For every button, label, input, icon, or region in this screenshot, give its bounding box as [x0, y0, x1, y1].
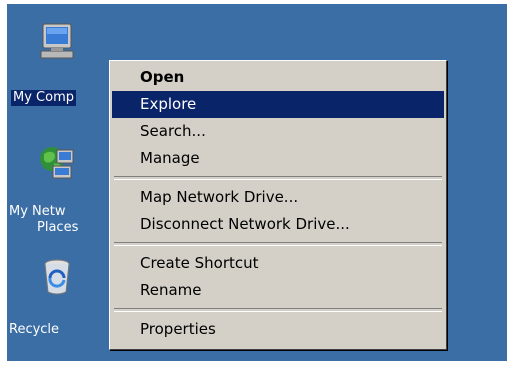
context-menu[interactable]: Open Explore Search... Manage Map Networ… — [109, 60, 447, 350]
desktop[interactable]: My Comp My Netw Places Recycle Open Expl… — [7, 4, 507, 361]
desktop-icon-label-line2: Places — [37, 220, 79, 235]
desktop-icon-label: My Netw — [9, 204, 66, 219]
computer-icon — [40, 23, 74, 59]
menu-item-create-shortcut[interactable]: Create Shortcut — [112, 250, 444, 277]
desktop-icon-my-network-places[interactable]: My Netw Places — [7, 142, 99, 242]
screenshot-frame: My Comp My Netw Places Recycle Open Expl… — [0, 0, 515, 367]
menu-item-map-network-drive[interactable]: Map Network Drive... — [112, 184, 444, 211]
menu-separator — [114, 308, 442, 312]
recycle-bin-icon — [44, 259, 70, 295]
desktop-icon-my-computer[interactable]: My Comp — [7, 22, 99, 114]
menu-item-disconnect-network-drive[interactable]: Disconnect Network Drive... — [112, 211, 444, 238]
menu-item-explore[interactable]: Explore — [112, 91, 444, 118]
menu-separator — [114, 176, 442, 180]
menu-item-search[interactable]: Search... — [112, 118, 444, 145]
menu-item-manage[interactable]: Manage — [112, 145, 444, 172]
menu-item-properties[interactable]: Properties — [112, 316, 444, 343]
desktop-icon-label: Recycle — [9, 322, 60, 337]
menu-item-open[interactable]: Open — [112, 64, 444, 91]
desktop-icon-label: My Comp — [11, 90, 76, 106]
menu-item-rename[interactable]: Rename — [112, 277, 444, 304]
desktop-icon-recycle-bin[interactable]: Recycle — [7, 256, 99, 346]
menu-separator — [114, 242, 442, 246]
network-places-icon — [40, 147, 74, 179]
